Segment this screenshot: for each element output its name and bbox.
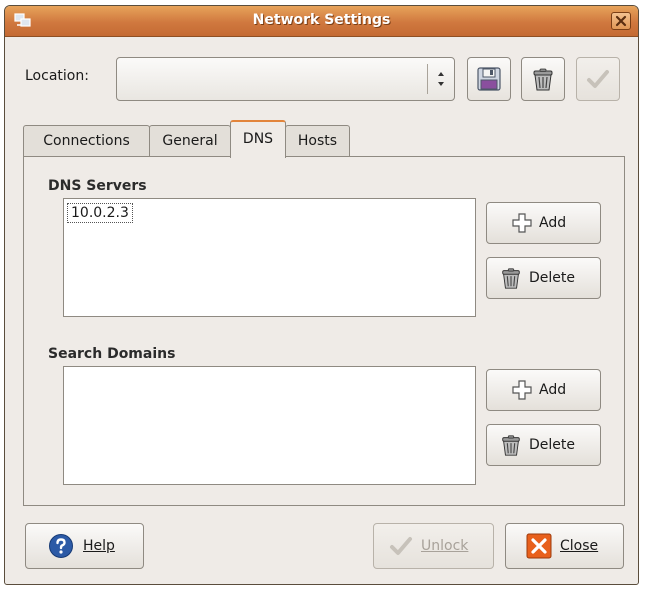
help-label: Help	[83, 538, 115, 554]
search-domains-list[interactable]	[63, 366, 476, 485]
plus-icon	[512, 380, 532, 400]
checkmark-icon	[587, 70, 609, 88]
combo-separator	[427, 64, 428, 94]
tab-dns[interactable]: DNS	[230, 120, 286, 158]
window-close-button[interactable]	[611, 12, 631, 30]
dns-add-button[interactable]: Add	[486, 202, 601, 244]
unlock-label: Unlock	[421, 538, 469, 554]
trash-icon	[502, 268, 520, 289]
close-label: Close	[560, 538, 599, 554]
dns-add-label: Add	[539, 215, 567, 231]
dns-servers-list[interactable]: 10.0.2.3	[63, 198, 476, 317]
location-label: Location:	[25, 68, 89, 84]
tab-connections[interactable]: Connections	[23, 125, 150, 157]
window-title: Network Settings	[252, 12, 391, 28]
dns-tab-panel: DNS Servers 10.0.2.3 Add Delete Search D…	[23, 156, 625, 506]
tab-hosts[interactable]: Hosts	[285, 125, 350, 157]
tab-general[interactable]: General	[149, 125, 231, 157]
list-item[interactable]: 10.0.2.3	[67, 203, 133, 223]
apply-location-button[interactable]	[576, 57, 620, 101]
help-button[interactable]: Help	[25, 523, 144, 569]
domains-add-button[interactable]: Add	[486, 369, 601, 411]
network-settings-window: Network Settings Location: Connections G…	[4, 5, 639, 585]
trash-icon	[502, 435, 520, 456]
help-icon	[49, 534, 73, 558]
close-icon	[615, 15, 627, 27]
unlock-button[interactable]: Unlock	[373, 523, 494, 569]
domains-delete-button[interactable]: Delete	[486, 424, 601, 466]
close-button[interactable]: Close	[505, 523, 624, 569]
plus-icon	[512, 213, 532, 233]
trash-icon	[533, 68, 553, 91]
dns-servers-label: DNS Servers	[48, 178, 147, 194]
dns-delete-button[interactable]: Delete	[486, 257, 601, 299]
save-location-button[interactable]	[467, 57, 511, 101]
domains-add-label: Add	[539, 382, 567, 398]
checkmark-icon	[390, 537, 412, 555]
delete-location-button[interactable]	[521, 57, 565, 101]
location-combo[interactable]	[116, 57, 455, 101]
close-icon	[526, 533, 552, 559]
updown-arrows-icon	[438, 72, 444, 86]
title-bar[interactable]: Network Settings	[5, 6, 638, 37]
floppy-disk-icon	[477, 67, 501, 91]
domains-delete-label: Delete	[529, 437, 575, 453]
search-domains-label: Search Domains	[48, 346, 176, 362]
dns-delete-label: Delete	[529, 270, 575, 286]
